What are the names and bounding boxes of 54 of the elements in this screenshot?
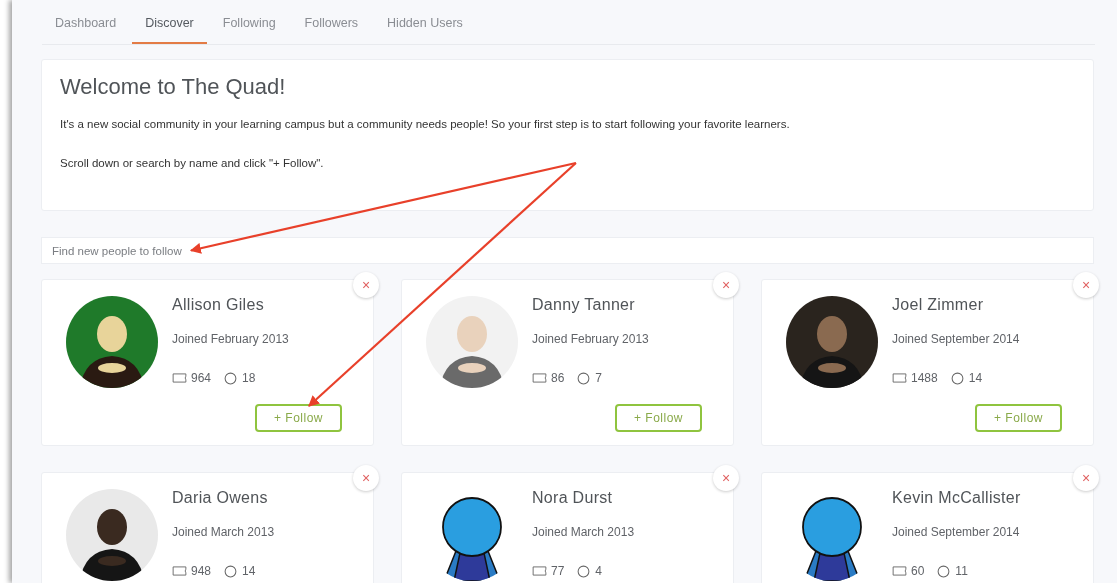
comment-count: 18 [242, 371, 256, 385]
comment-count: 4 [595, 564, 603, 578]
close-button[interactable]: × [1073, 272, 1099, 298]
circle-icon [224, 371, 238, 385]
follow-button[interactable]: + Follow [255, 404, 342, 432]
tab[interactable]: Dashboard [42, 0, 130, 44]
welcome-text: Scroll down or search by name and click "+ Follow". [60, 157, 325, 169]
ticket-icon [892, 373, 907, 383]
tab[interactable]: Discover [132, 0, 207, 44]
comment-count: 14 [968, 371, 983, 385]
join-date: Joined February 2013 [172, 332, 290, 346]
comment-count: 7 [595, 371, 603, 385]
join-date: Joined March 2013 [172, 525, 276, 539]
message-count: 964 [191, 371, 212, 385]
message-count: 77 [551, 564, 565, 578]
circle-icon [937, 564, 951, 578]
circle-icon [577, 371, 591, 385]
welcome-title: Welcome to The Quad! [60, 74, 287, 100]
close-button[interactable]: × [353, 465, 379, 491]
join-date: Joined February 2013 [532, 332, 650, 346]
tab[interactable]: Following [209, 0, 289, 44]
message-count: 1488 [911, 371, 938, 385]
message-count: 60 [911, 564, 925, 578]
follow-button[interactable]: + Follow [975, 404, 1062, 432]
ticket-icon [532, 373, 547, 383]
message-count: 86 [551, 371, 565, 385]
user-name: Allison Giles [172, 296, 265, 314]
ticket-icon [172, 373, 187, 383]
comment-count: 11 [955, 564, 968, 578]
tab[interactable]: Hidden Users [374, 0, 476, 44]
welcome-text: It's a new social community in your learning campus but a community needs people! So your first step is to start following your favorite learners. [60, 118, 791, 130]
circle-icon [577, 564, 591, 578]
ticket-icon [172, 566, 187, 576]
user-name: Joel Zimmer [892, 296, 985, 314]
join-date: Joined September 2014 [892, 332, 1021, 346]
join-date: Joined September 2014 [892, 525, 1021, 539]
close-button[interactable]: × [713, 465, 739, 491]
close-button[interactable]: × [353, 272, 379, 298]
message-count: 948 [191, 564, 212, 578]
circle-icon [224, 564, 238, 578]
ticket-icon [532, 566, 547, 576]
search-field[interactable]: Find new people to follow [41, 237, 1094, 264]
circle-icon [950, 371, 964, 385]
comment-count: 14 [242, 564, 256, 578]
user-name: Nora Durst [532, 489, 614, 507]
tab[interactable]: Followers [291, 0, 372, 44]
close-button[interactable]: × [1073, 465, 1099, 491]
follow-button[interactable]: + Follow [615, 404, 702, 432]
ticket-icon [892, 566, 907, 576]
user-name: Daria Owens [172, 489, 269, 507]
user-name: Danny Tanner [532, 296, 636, 314]
user-name: Kevin McCallister [892, 489, 1022, 507]
close-button[interactable]: × [713, 272, 739, 298]
join-date: Joined March 2013 [532, 525, 636, 539]
